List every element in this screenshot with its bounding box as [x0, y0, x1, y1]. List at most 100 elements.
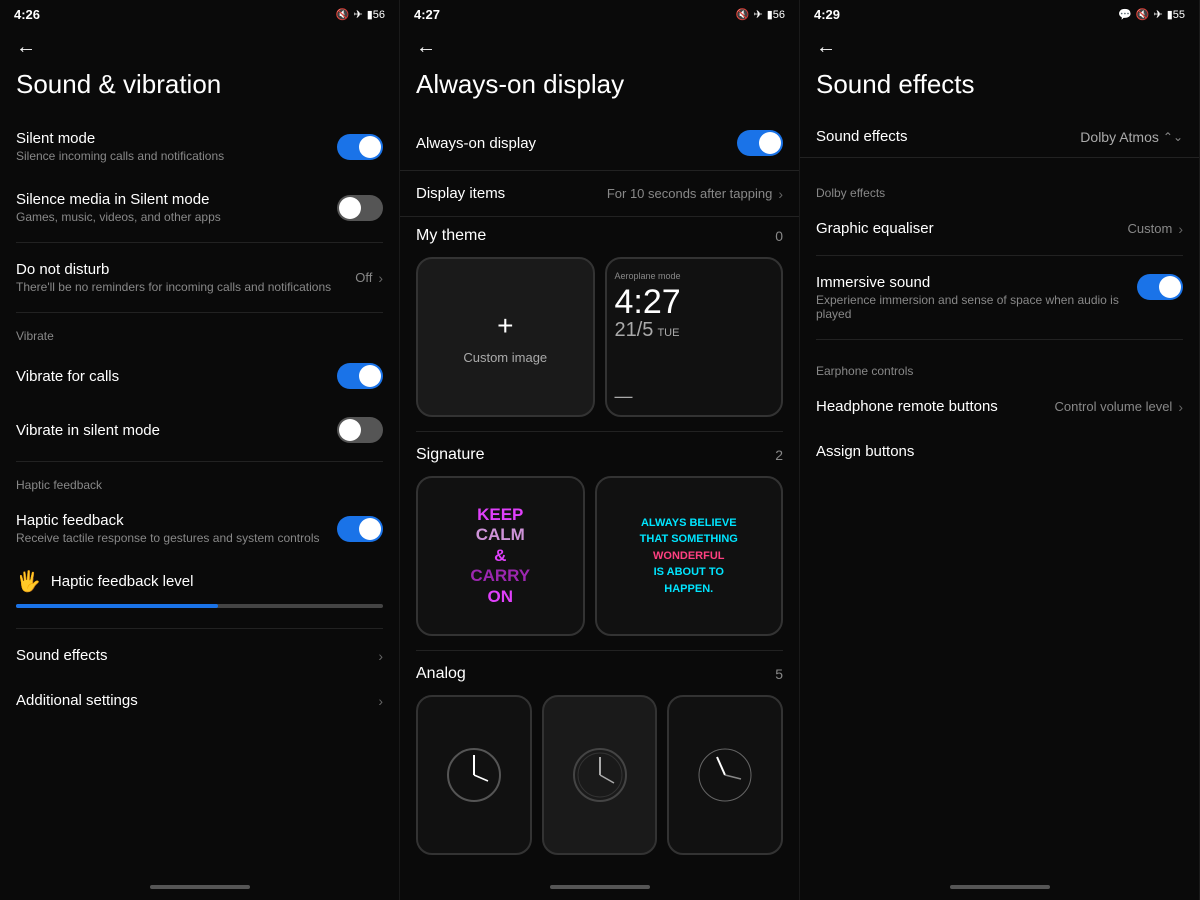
section-vibrate: Vibrate [0, 317, 399, 349]
aod-toggle-row[interactable]: Always-on display [400, 116, 799, 171]
vibrate-silent-thumb [339, 419, 361, 441]
status-time-3: 4:29 [814, 7, 840, 22]
graphic-eq-chevron: › [1178, 221, 1183, 237]
analog-cards [416, 695, 783, 855]
assign-buttons-row[interactable]: Assign buttons [800, 429, 1199, 474]
haptic-level-row: 🖐 Haptic feedback level [0, 559, 399, 624]
silent-mode-toggle-thumb [359, 136, 381, 158]
status-bar-3: 4:29 💬 🔇 ✈ ▮55 [800, 0, 1199, 28]
setting-vibrate-silent[interactable]: Vibrate in silent mode [0, 403, 399, 457]
haptic-slider-track[interactable] [16, 604, 383, 608]
signature-count: 2 [775, 447, 783, 463]
vibrate-silent-toggle[interactable] [337, 417, 383, 443]
back-button-3[interactable]: ← [816, 36, 836, 58]
setting-dnd[interactable]: Do not disturb There'll be no reminders … [0, 247, 399, 308]
signature-cards: KEEP CALM & CARRY ON ALWAYS BELIEVETHAT … [416, 476, 783, 636]
status-bar-2: 4:27 🔇 ✈ ▮56 [400, 0, 799, 28]
mute-icon-3: 🔇 [1136, 8, 1150, 21]
sound-effects-main-row[interactable]: Sound effects Dolby Atmos ⌃⌄ [800, 116, 1199, 158]
silent-mode-label: Silent mode [16, 130, 337, 147]
immersive-toggle[interactable] [1137, 274, 1183, 300]
immersive-label: Immersive sound [816, 274, 1127, 291]
page-title-3: Sound effects [800, 63, 1199, 116]
haptic-toggle[interactable] [337, 516, 383, 542]
panel-content-1: Silent mode Silence incoming calls and n… [0, 116, 399, 880]
display-items-value: For 10 seconds after tapping [607, 186, 773, 201]
top-nav-2: ← [400, 28, 799, 63]
back-button-1[interactable]: ← [16, 36, 36, 58]
sound-effects-main-label: Sound effects [816, 128, 907, 145]
earphone-section-label: Earphone controls [800, 352, 1199, 384]
aod-toggle[interactable] [737, 130, 783, 156]
analog-card-1[interactable] [416, 695, 532, 855]
divider-aod-1 [416, 431, 783, 432]
top-nav-1: ← [0, 28, 399, 63]
vibrate-calls-toggle[interactable] [337, 363, 383, 389]
haptic-slider-fill [16, 604, 218, 608]
clock-date: 21/5 [615, 319, 654, 342]
vibrate-calls-label: Vibrate for calls [16, 368, 337, 385]
clock-time: 4:27 [615, 285, 681, 319]
analog-card-3[interactable] [667, 695, 783, 855]
battery-icon: ▮56 [367, 8, 385, 21]
additional-settings-chevron: › [378, 693, 383, 709]
headphone-row[interactable]: Headphone remote buttons Control volume … [800, 384, 1199, 429]
immersive-thumb [1159, 276, 1181, 298]
haptic-thumb [359, 518, 381, 540]
silence-media-sublabel: Games, music, videos, and other apps [16, 210, 337, 224]
graphic-eq-row[interactable]: Graphic equaliser Custom › [800, 206, 1199, 251]
silence-media-toggle[interactable] [337, 195, 383, 221]
believe-text: ALWAYS BELIEVETHAT SOMETHINGWONDERFULIS … [640, 515, 738, 598]
status-icons-2: 🔇 ✈ ▮56 [736, 8, 785, 21]
headphone-chevron: › [1178, 399, 1183, 415]
status-time-2: 4:27 [414, 7, 440, 22]
dolby-value-display: Dolby Atmos ⌃⌄ [1080, 129, 1183, 145]
setting-sound-effects[interactable]: Sound effects › [0, 633, 399, 678]
keep-calm-card[interactable]: KEEP CALM & CARRY ON [416, 476, 585, 636]
analog-card-2[interactable] [542, 695, 658, 855]
silence-media-label: Silence media in Silent mode [16, 191, 337, 208]
back-button-2[interactable]: ← [416, 36, 436, 58]
display-items-row[interactable]: Display items For 10 seconds after tappi… [400, 171, 799, 217]
dnd-label: Do not disturb [16, 261, 355, 278]
panel-content-2: Always-on display Display items For 10 s… [400, 116, 799, 880]
setting-silent-mode[interactable]: Silent mode Silence incoming calls and n… [0, 116, 399, 177]
silent-mode-toggle[interactable] [337, 134, 383, 160]
panel-aod: 4:27 🔇 ✈ ▮56 ← Always-on display Always-… [400, 0, 800, 900]
dolby-atmos-text: Dolby Atmos [1080, 129, 1159, 145]
headphone-label: Headphone remote buttons [816, 398, 998, 415]
divider-1 [16, 242, 383, 243]
setting-additional[interactable]: Additional settings › [0, 678, 399, 723]
analog-count: 5 [775, 666, 783, 682]
setting-silence-media[interactable]: Silence media in Silent mode Games, musi… [0, 177, 399, 238]
immersive-sublabel: Experience immersion and sense of space … [816, 293, 1127, 321]
my-theme-count: 0 [775, 228, 783, 244]
mute-icon-2: 🔇 [736, 8, 750, 21]
page-title-1: Sound & vibration [0, 63, 399, 116]
bottom-bar-2 [400, 880, 799, 900]
believe-card[interactable]: ALWAYS BELIEVETHAT SOMETHINGWONDERFULIS … [595, 476, 784, 636]
dnd-value: Off [355, 270, 372, 285]
airplane-icon: ✈ [353, 8, 362, 21]
custom-image-card[interactable]: + Custom image [416, 257, 595, 417]
divider-3 [16, 461, 383, 462]
updown-chevron: ⌃⌄ [1163, 130, 1183, 144]
setting-vibrate-calls[interactable]: Vibrate for calls [0, 349, 399, 403]
sound-effects-chevron: › [378, 648, 383, 664]
vibrate-calls-thumb [359, 365, 381, 387]
divider-se-2 [816, 339, 1183, 340]
status-bar-1: 4:26 🔇 ✈ ▮56 [0, 0, 399, 28]
immersive-sound-row[interactable]: Immersive sound Experience immersion and… [800, 260, 1199, 335]
panel-sound-vibration: 4:26 🔇 ✈ ▮56 ← Sound & vibration Silent … [0, 0, 400, 900]
display-items-chevron: › [778, 186, 783, 202]
signature-section: Signature 2 KEEP CALM & CARRY ON [400, 436, 799, 646]
dolby-effects-section: Dolby effects [800, 174, 1199, 206]
headphone-value: Control volume level [1055, 399, 1173, 414]
bottom-pill-1 [150, 885, 250, 889]
setting-haptic[interactable]: Haptic feedback Receive tactile response… [0, 498, 399, 559]
clock-card[interactable]: Aeroplane mode 4:27 21/5 TUE — [605, 257, 784, 417]
display-items-label: Display items [416, 185, 505, 202]
graphic-eq-value: Custom [1128, 221, 1173, 236]
airplane-icon-2: ✈ [753, 8, 762, 21]
analog-section: Analog 5 [400, 655, 799, 865]
